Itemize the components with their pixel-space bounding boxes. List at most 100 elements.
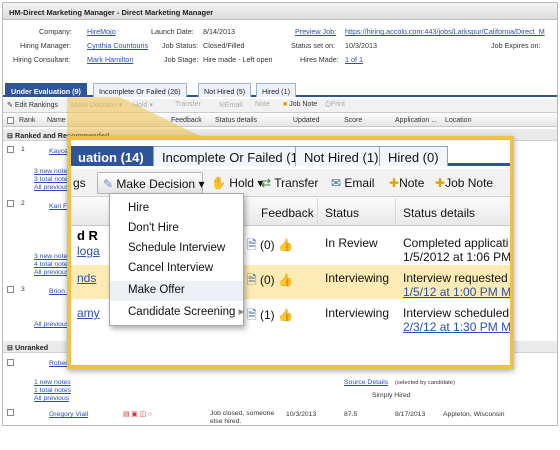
job-expires-label: Job Expires on: [491,41,541,50]
row-checkbox[interactable] [7,286,14,293]
row-checkbox[interactable] [7,200,14,207]
document-icon[interactable]: ▤ ▣ ◫ ○ [123,410,152,418]
note-label: Note [255,101,270,108]
menu-item-cancel-interview[interactable]: Cancel Interview [110,259,243,279]
job-stage-label: Job Stage: [164,55,199,64]
status-details-line: Interview scheduled f [403,306,514,320]
candidate-name-fragment[interactable]: amy [77,306,100,320]
note-label: Note [399,176,425,190]
feedback-icon[interactable]: 🗎 (1) 👍 [247,306,293,327]
total-notes-link[interactable]: 3 total notes [34,176,71,183]
col-status[interactable]: Status [325,206,359,220]
job-note-icon: ■ [283,101,288,108]
col-application[interactable]: Application ... [395,117,437,124]
tab-not-hired[interactable]: Not Hired (1) [295,146,388,166]
tab-hired[interactable]: Hired (1) [256,83,296,97]
source-details-link[interactable]: Source Details [344,379,388,386]
new-notes-link[interactable]: 3 new notes [34,253,71,260]
note-button[interactable]: ✚Note [389,176,424,190]
total-notes-link[interactable]: 1 total notes [34,387,71,394]
email-label: Email [344,176,375,190]
hires-made-link[interactable]: 1 of 1 [345,55,363,64]
feedback-count: (0) [260,273,275,287]
tab-incomplete-or-failed[interactable]: Incomplete Or Failed (10) [153,146,319,166]
row-checkbox[interactable] [7,409,14,416]
rank-value: 1 [21,146,25,153]
thumb-icon[interactable]: 👍 [278,308,293,322]
tab-hired[interactable]: Hired (0) [379,146,448,166]
make-decision-button[interactable]: Make Decision ▾ [71,101,122,109]
status-value: In Review [325,236,378,250]
status-details-text: Job closed, someone else hired. [210,410,275,425]
email-button[interactable]: ✉ Email [331,176,374,190]
job-stage-value: Hire made - Left open [203,55,273,64]
hold-button[interactable]: ✋ Hold ▾ [211,176,263,190]
new-notes-link[interactable]: 1 new notes [34,379,71,386]
feedback-icon[interactable]: 🗎 (0) 👍 [247,236,293,257]
candidate-tabs: Under Evaluation (9) Incomplete Or Faile… [3,83,557,97]
tab-incomplete-or-failed[interactable]: Incomplete Or Failed (26) [93,83,187,97]
all-previous-link[interactable]: All previous [34,269,69,276]
decision-icon: ✎ [103,177,114,191]
interview-date-link[interactable]: 2/3/12 at 1:30 PM MS [403,320,510,334]
email-button[interactable]: ✉Email [219,101,242,109]
status-value: Interviewing [325,271,390,285]
col-updated[interactable]: Updated [293,117,319,124]
col-status-details[interactable]: Status details [215,117,257,124]
application-date: 8/17/2013 [395,411,426,418]
feedback-icon[interactable]: 🗎 (0) 👍 [247,271,293,292]
print-button[interactable]: ⎙Print [325,101,345,109]
tab-under-evaluation[interactable]: uation (14) [71,146,153,166]
feedback-count: (0) [260,238,275,252]
select-all-checkbox[interactable] [7,117,14,124]
print-label: Print [330,101,346,108]
transfer-button[interactable]: Transfer [175,101,201,108]
candidate-name-link[interactable]: Gregory Viall [49,411,88,418]
col-feedback[interactable]: Feedback [171,117,202,124]
menu-item-schedule-interview[interactable]: Schedule Interview [110,239,243,259]
tab-not-hired[interactable]: Not Hired (5) [198,83,252,97]
col-score[interactable]: Score [344,117,362,124]
all-previous-link[interactable]: All previous [34,395,69,402]
candidate-name-fragment[interactable]: nds [77,271,96,285]
col-feedback[interactable]: Feedback [261,206,314,220]
edit-rankings-fragment[interactable]: gs [73,176,86,190]
menu-item-make-offer[interactable]: Make Offer [110,281,243,301]
thumb-icon[interactable]: 👍 [278,238,293,252]
make-decision-button[interactable]: ✎ Make Decision ▾ [97,172,204,194]
thumb-icon[interactable]: 👍 [278,273,293,287]
new-notes-link[interactable]: 3 new notes [34,168,71,175]
total-notes-link[interactable]: 4 total notes [34,261,71,268]
col-location[interactable]: Location [445,117,471,124]
row-checkbox[interactable] [7,359,14,366]
edit-rankings-button[interactable]: ✎ Edit Rankings [7,101,58,109]
preview-job-url[interactable]: https://hiring.accolo.com:443/jobs/Larks… [345,27,545,36]
all-previous-link[interactable]: All previous [34,184,69,191]
job-status-value: Closed/Filled [203,41,245,50]
hold-label: Hold [229,176,254,190]
hold-button[interactable]: Hold ▾ [133,101,153,109]
job-note-button[interactable]: ■ Job Note [283,101,317,108]
note-button[interactable]: Note [255,101,270,108]
tab-under-evaluation[interactable]: Under Evaluation (9) [5,83,87,97]
company-link[interactable]: HireMojo [87,27,116,36]
col-status-details[interactable]: Status details [403,206,475,220]
email-icon: ✉ [331,176,342,190]
col-rank[interactable]: Rank [19,117,35,124]
interview-date-link[interactable]: 1/5/12 at 1:00 PM M [403,285,510,299]
toolbar: ✎ Edit Rankings Make Decision ▾ Hold ▾ T… [3,99,557,113]
all-previous-link[interactable]: All previous [34,321,69,328]
feedback-count: (1) [260,308,275,322]
preview-job-link[interactable]: Preview Job: [295,27,336,36]
menu-item-candidate-screening[interactable]: Candidate Screening ▸ [110,301,244,321]
row-checkbox[interactable] [7,146,14,153]
hiring-consultant-link[interactable]: Mark Hamilton [87,55,133,64]
transfer-button[interactable]: ⇄ Transfer [261,176,318,190]
menu-item-hire[interactable]: Hire [110,199,243,219]
menu-item-dont-hire[interactable]: Don't Hire [110,219,243,239]
window-title: HM-Direct Marketing Manager - Direct Mar… [3,3,557,20]
rank-value: 3 [21,286,25,293]
hiring-manager-link[interactable]: Cynthia Countouris [87,41,148,50]
col-name[interactable]: Name [47,117,66,124]
job-note-button[interactable]: ✚Job Note [435,176,493,190]
